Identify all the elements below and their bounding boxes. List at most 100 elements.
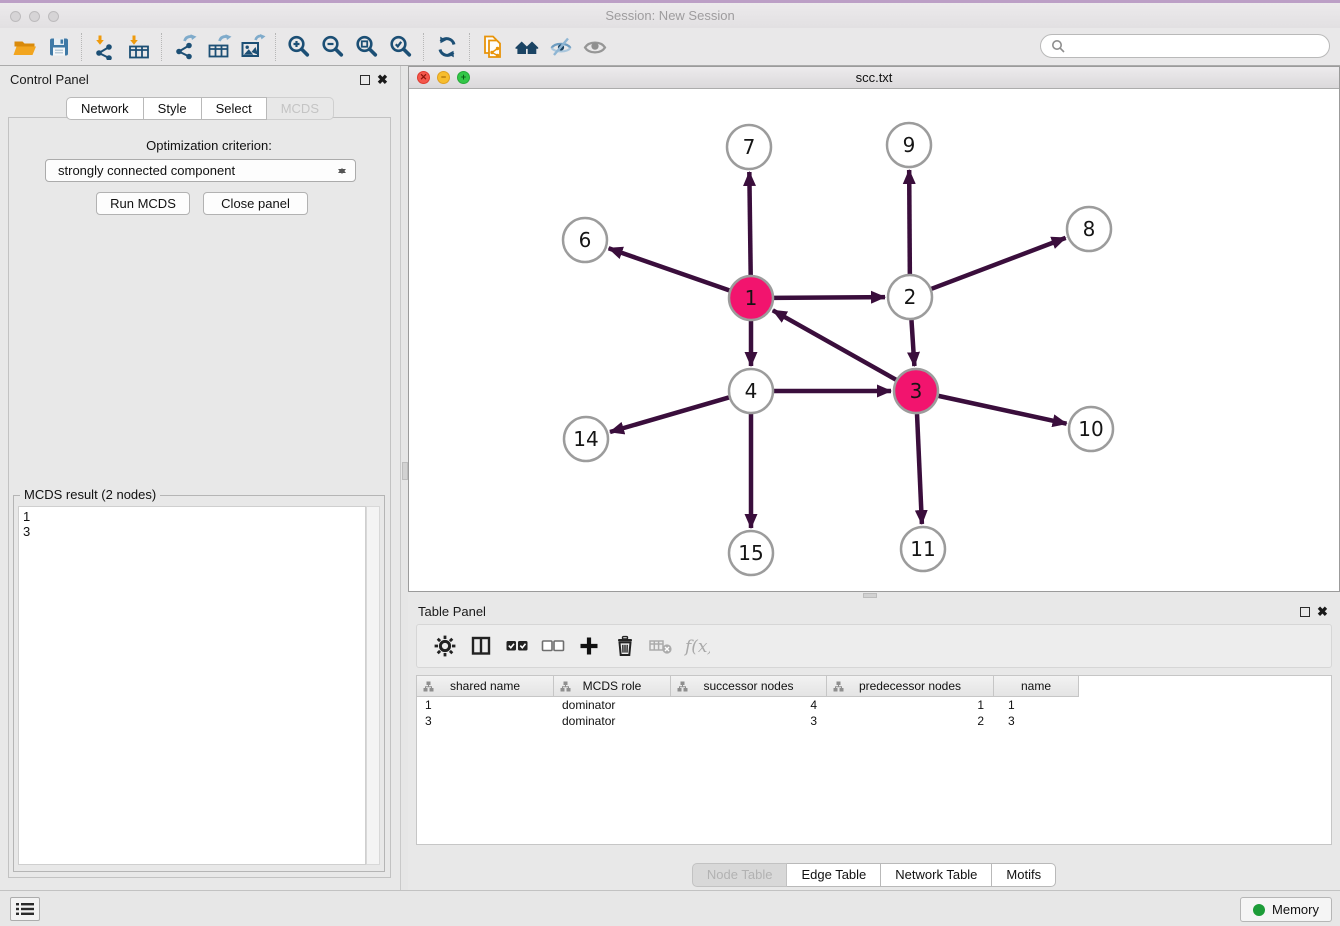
run-mcds-button[interactable]: Run MCDS [96, 192, 190, 215]
create-column-icon [576, 633, 602, 659]
zoom-out-button[interactable] [316, 32, 350, 62]
zoom-selected-button[interactable] [384, 32, 418, 62]
network-window-titlebar[interactable]: ✕ − + scc.txt [409, 67, 1339, 89]
column-header-label: predecessor nodes [859, 679, 961, 693]
table-row[interactable]: 1dominator411 [417, 697, 1331, 713]
edge-1-2[interactable] [774, 297, 885, 298]
refresh-layout-button[interactable] [430, 32, 464, 62]
save-session-button[interactable] [42, 32, 76, 62]
table-settings-button[interactable] [427, 628, 463, 664]
column-header-shared-name[interactable]: shared name [417, 676, 554, 697]
edge-1-6[interactable] [609, 248, 730, 290]
table-cell[interactable]: dominator [554, 697, 671, 713]
edge-2-8[interactable] [932, 238, 1066, 289]
tab-select[interactable]: Select [202, 97, 267, 120]
graph-node-3[interactable]: 3 [894, 369, 938, 413]
export-network-button[interactable] [168, 32, 202, 62]
table-cell[interactable]: 3 [417, 713, 554, 729]
table-cell[interactable]: 1 [417, 697, 554, 713]
optimization-criterion-value: strongly connected component [58, 163, 235, 178]
float-table-panel-icon[interactable] [1300, 607, 1310, 617]
graph-node-11[interactable]: 11 [901, 527, 945, 571]
tab-style[interactable]: Style [144, 97, 202, 120]
open-session-button[interactable] [8, 32, 42, 62]
column-header-predecessor-nodes[interactable]: predecessor nodes [827, 676, 994, 697]
home-view-button[interactable] [510, 32, 544, 62]
unselect-all-columns-button[interactable] [535, 628, 571, 664]
network-canvas[interactable]: 7 9 6 8 1 2 4 3 14 10 15 11 [409, 89, 1339, 591]
export-image-button[interactable] [236, 32, 270, 62]
duplicate-network-icon [480, 34, 506, 60]
edge-3-11[interactable] [917, 414, 922, 524]
split-table-view-button[interactable] [463, 628, 499, 664]
graph-node-1[interactable]: 1 [729, 276, 773, 320]
close-panel-button[interactable]: Close panel [203, 192, 308, 215]
graph-node-10[interactable]: 10 [1069, 407, 1113, 451]
node-label: 3 [910, 379, 923, 403]
table-cell[interactable]: 3 [671, 713, 827, 729]
search-box[interactable] [1040, 34, 1330, 58]
graph-node-4[interactable]: 4 [729, 369, 773, 413]
graph-node-6[interactable]: 6 [563, 218, 607, 262]
edge-3-10[interactable] [938, 396, 1066, 424]
duplicate-network-button[interactable] [476, 32, 510, 62]
import-network-icon [92, 34, 118, 60]
tab-mcds[interactable]: MCDS [267, 97, 334, 120]
optimization-criterion-select[interactable]: strongly connected component [45, 159, 356, 182]
graph-node-9[interactable]: 9 [887, 123, 931, 167]
network-graph: 7 9 6 8 1 2 4 3 14 10 15 11 [409, 89, 1339, 591]
node-label: 6 [579, 228, 592, 252]
column-header-MCDS-role[interactable]: MCDS role [554, 676, 671, 697]
graph-node-14[interactable]: 14 [564, 417, 608, 461]
column-header-successor-nodes[interactable]: successor nodes [671, 676, 827, 697]
show-panels-button[interactable] [578, 32, 612, 62]
zoom-out-icon [320, 34, 346, 60]
import-table-button[interactable] [122, 32, 156, 62]
tab-network[interactable]: Network [66, 97, 144, 120]
close-panel-icon[interactable]: ✖ [377, 74, 388, 86]
import-table-icon [126, 34, 152, 60]
edge-2-9[interactable] [909, 170, 910, 274]
tab-node-table[interactable]: Node Table [692, 863, 788, 887]
search-input[interactable] [1071, 38, 1319, 55]
edge-2-3[interactable] [911, 320, 914, 366]
table-row[interactable]: 3dominator323 [417, 713, 1331, 729]
graph-node-8[interactable]: 8 [1067, 207, 1111, 251]
column-type-icon [560, 681, 571, 692]
tab-motifs[interactable]: Motifs [992, 863, 1056, 887]
hide-panels-button[interactable] [544, 32, 578, 62]
vertical-splitter[interactable] [400, 66, 408, 890]
table-cell[interactable]: 3 [994, 713, 1079, 729]
edge-4-14[interactable] [610, 397, 729, 432]
graph-node-2[interactable]: 2 [888, 275, 932, 319]
mcds-result-scrollbar[interactable] [366, 506, 380, 865]
float-panel-icon[interactable] [360, 75, 370, 85]
column-header-name[interactable]: name [994, 676, 1079, 697]
export-table-button[interactable] [202, 32, 236, 62]
table-toolbar: f(x) [416, 624, 1332, 668]
zoom-fit-button[interactable] [350, 32, 384, 62]
table-cell[interactable]: 4 [671, 697, 827, 713]
graph-node-15[interactable]: 15 [729, 531, 773, 575]
table-cell[interactable]: 2 [827, 713, 994, 729]
table-cell[interactable]: 1 [994, 697, 1079, 713]
memory-button[interactable]: Memory [1240, 897, 1332, 922]
graph-node-7[interactable]: 7 [727, 125, 771, 169]
network-title: scc.txt [409, 70, 1339, 85]
tab-network-table[interactable]: Network Table [881, 863, 992, 887]
zoom-in-button[interactable] [282, 32, 316, 62]
delete-columns-button[interactable] [607, 628, 643, 664]
import-network-button[interactable] [88, 32, 122, 62]
panel-list-button[interactable] [10, 897, 40, 921]
window-titlebar[interactable]: Session: New Session [0, 3, 1340, 29]
select-all-columns-button[interactable] [499, 628, 535, 664]
edge-1-7[interactable] [749, 172, 750, 275]
table-cell[interactable]: 1 [827, 697, 994, 713]
mcds-result-text[interactable]: 1 3 [18, 506, 366, 865]
table-cell[interactable]: dominator [554, 713, 671, 729]
close-table-panel-icon[interactable]: ✖ [1317, 606, 1328, 618]
edge-3-1[interactable] [773, 310, 896, 379]
create-column-button[interactable] [571, 628, 607, 664]
table-header-row: shared nameMCDS rolesuccessor nodes prede… [417, 676, 1079, 697]
tab-edge-table[interactable]: Edge Table [787, 863, 881, 887]
